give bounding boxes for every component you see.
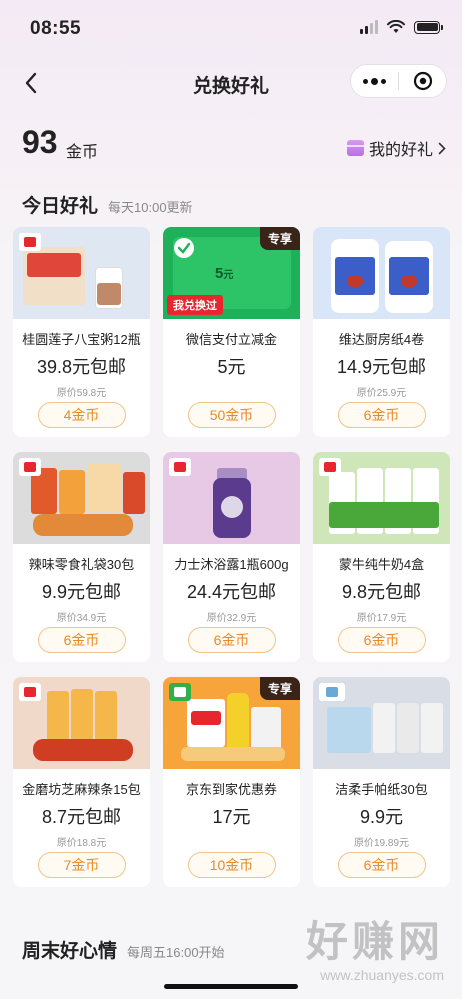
special-tag: 专享 xyxy=(259,227,300,250)
product-name: 维达厨房纸4卷 xyxy=(338,332,425,347)
brand-logo xyxy=(319,458,341,476)
coin-count: 93 xyxy=(22,124,58,160)
product-card[interactable]: 蒙牛纯牛奶4盒 9.8元包邮 原价17.9元 6金币 xyxy=(313,452,450,662)
redeem-button[interactable]: 6金币 xyxy=(337,852,426,878)
redeemed-badge: 我兑换过 xyxy=(167,295,223,315)
product-price: 5元 xyxy=(217,357,246,377)
product-price: 14.9元包邮 xyxy=(336,357,427,377)
weekend-section-subtitle: 每周五16:00开始 xyxy=(127,945,225,960)
coin-balance-row: 93 金币 我的好礼 xyxy=(22,122,446,166)
mini-program-capsule xyxy=(350,64,447,98)
status-icons xyxy=(360,20,443,34)
product-card[interactable]: 5元 专享 我兑换过 微信支付立减金 5元 50金币 xyxy=(163,227,300,437)
product-image xyxy=(313,677,450,769)
status-time: 08:55 xyxy=(30,18,82,39)
dot-icon xyxy=(363,78,368,84)
today-section-subtitle: 每天10:00更新 xyxy=(108,200,193,215)
product-name: 蒙牛纯牛奶4盒 xyxy=(338,557,425,572)
home-indicator[interactable] xyxy=(164,984,298,989)
product-image xyxy=(163,452,300,544)
product-name: 洁柔手帕纸30包 xyxy=(335,782,428,797)
product-card[interactable]: 专享 京东到家优惠券 17元 10金币 xyxy=(163,677,300,887)
original-price: 原价25.9元 xyxy=(356,388,407,399)
redeem-button[interactable]: 6金币 xyxy=(37,627,126,653)
product-price: 9.9元包邮 xyxy=(41,582,122,602)
special-tag: 专享 xyxy=(259,677,300,700)
watermark-title: 好赚网 xyxy=(305,918,444,965)
product-card[interactable]: 维达厨房纸4卷 14.9元包邮 原价25.9元 6金币 xyxy=(313,227,450,437)
product-name: 桂圆莲子八宝粥12瓶 xyxy=(22,332,141,347)
my-gifts-link[interactable]: 我的好礼 xyxy=(346,136,446,160)
target-icon xyxy=(413,71,432,91)
redeem-button[interactable]: 7金币 xyxy=(37,852,126,878)
site-watermark: 好赚网 www.zhuanyes.com xyxy=(306,908,444,983)
watermark-url: www.zhuanyes.com xyxy=(320,967,444,983)
product-name: 金磨坊芝麻辣条15包 xyxy=(22,782,141,797)
redeem-button[interactable]: 6金币 xyxy=(187,627,276,653)
redeem-button[interactable]: 4金币 xyxy=(37,402,126,428)
brand-logo xyxy=(169,458,191,476)
redeem-button[interactable]: 6金币 xyxy=(337,627,426,653)
product-image: 5元 专享 我兑换过 xyxy=(163,227,300,319)
product-name: 京东到家优惠券 xyxy=(185,782,277,797)
redeem-button[interactable]: 10金币 xyxy=(187,852,276,878)
product-price: 24.4元包邮 xyxy=(186,582,277,602)
brand-logo xyxy=(319,683,345,701)
product-image xyxy=(13,227,150,319)
original-price: 原价18.8元 xyxy=(56,838,107,849)
redeem-button[interactable]: 6金币 xyxy=(337,402,426,428)
wechat-pay-check-icon xyxy=(174,238,194,258)
dot-icon xyxy=(381,78,386,84)
product-card[interactable]: 洁柔手帕纸30包 9.9元 原价19.89元 6金币 xyxy=(313,677,450,887)
today-section-header: 今日好礼 每天10:00更新 xyxy=(22,191,193,218)
wifi-icon xyxy=(387,20,405,33)
brand-logo xyxy=(19,458,41,476)
my-gifts-label: 我的好礼 xyxy=(368,142,433,159)
product-image xyxy=(13,677,150,769)
product-price: 39.8元包邮 xyxy=(36,357,127,377)
weekend-section-title: 周末好心情 xyxy=(22,941,118,962)
more-button[interactable] xyxy=(351,65,398,97)
gift-icon xyxy=(346,140,364,156)
product-image xyxy=(313,452,450,544)
today-section-title: 今日好礼 xyxy=(22,196,99,217)
product-price: 9.9元 xyxy=(359,807,404,827)
product-card[interactable]: 辣味零食礼袋30包 9.9元包邮 原价34.9元 6金币 xyxy=(13,452,150,662)
redeem-button[interactable]: 50金币 xyxy=(187,402,276,428)
product-card[interactable]: 金磨坊芝麻辣条15包 8.7元包邮 原价18.8元 7金币 xyxy=(13,677,150,887)
close-mini-program-button[interactable] xyxy=(399,65,446,97)
brand-logo xyxy=(19,233,41,251)
original-price: 原价59.8元 xyxy=(56,388,107,399)
status-bar: 08:55 xyxy=(0,0,462,56)
original-price xyxy=(163,834,300,847)
product-image xyxy=(13,452,150,544)
product-price: 9.8元包邮 xyxy=(341,582,422,602)
product-image: 专享 xyxy=(163,677,300,769)
original-price: 原价34.9元 xyxy=(56,613,107,624)
product-name: 辣味零食礼袋30包 xyxy=(28,557,135,572)
original-price: 原价17.9元 xyxy=(356,613,407,624)
dot-icon xyxy=(371,77,378,85)
original-price: 原价32.9元 xyxy=(206,613,257,624)
product-price: 17元 xyxy=(212,807,251,827)
voucher-face-unit: 元 xyxy=(223,270,234,281)
coin-unit: 金币 xyxy=(66,144,99,161)
original-price: 原价19.89元 xyxy=(353,838,410,849)
brand-logo xyxy=(19,683,41,701)
product-name: 力士沐浴露1瓶600g xyxy=(174,557,289,572)
product-name: 微信支付立减金 xyxy=(185,332,277,347)
product-image xyxy=(313,227,450,319)
product-grid: 桂圆莲子八宝粥12瓶 39.8元包邮 原价59.8元 4金币 5元 专享 我兑换… xyxy=(13,227,450,887)
nav-bar: 兑换好礼 xyxy=(0,56,462,110)
product-price: 8.7元包邮 xyxy=(41,807,122,827)
weekend-section-header: 周末好心情 每周五16:00开始 xyxy=(22,936,225,963)
chevron-right-icon xyxy=(438,142,446,154)
product-card[interactable]: 桂圆莲子八宝粥12瓶 39.8元包邮 原价59.8元 4金币 xyxy=(13,227,150,437)
brand-logo xyxy=(169,683,191,701)
product-card[interactable]: 力士沐浴露1瓶600g 24.4元包邮 原价32.9元 6金币 xyxy=(163,452,300,662)
battery-icon xyxy=(414,20,443,34)
original-price xyxy=(163,384,300,397)
cellular-signal-icon xyxy=(360,20,378,34)
